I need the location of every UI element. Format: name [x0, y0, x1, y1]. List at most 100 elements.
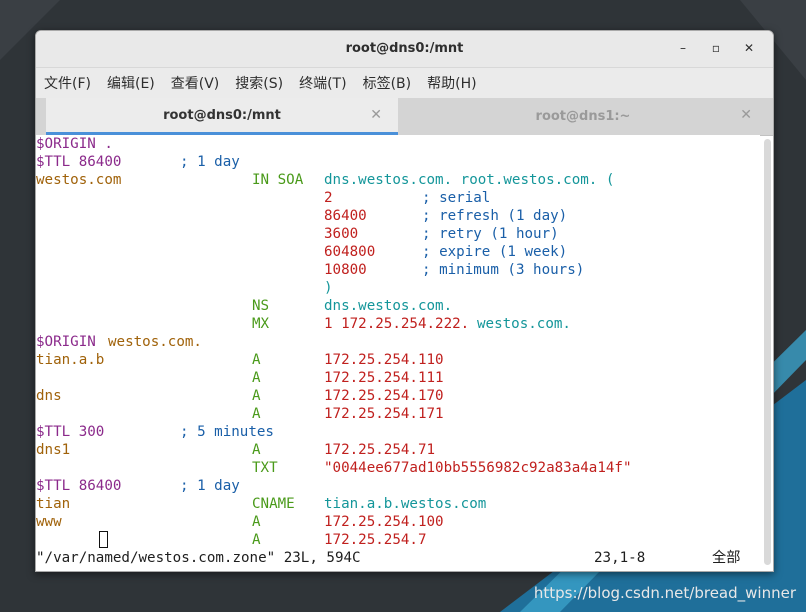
status-file-info: "/var/named/westos.com.zone" 23L, 594C — [36, 550, 361, 566]
tab-label: root@dns0:/mnt — [163, 107, 281, 123]
terminal-text: ; serial — [422, 190, 491, 206]
tab-close-icon[interactable]: ✕ — [370, 107, 382, 123]
terminal-line: A 172.25.254.7 — [36, 531, 760, 549]
minimize-button[interactable]: – — [674, 39, 692, 57]
terminal-text: A — [252, 370, 261, 386]
terminal-text: 86400 — [324, 208, 367, 224]
terminal-text: 604800 — [324, 244, 376, 260]
terminal-line: westos.com IN SOA dns.westos.com. root.wes… — [36, 171, 760, 189]
terminal-text: A — [252, 352, 261, 368]
terminal-line: dns A 172.25.254.170 — [36, 387, 760, 405]
terminal-line: tian CNAME tian.a.b.westos.com — [36, 495, 760, 513]
terminal-line: tian.a.b A 172.25.254.110 — [36, 351, 760, 369]
terminal-line: A 172.25.254.171 — [36, 405, 760, 423]
terminal-text: $TTL 300 — [36, 424, 105, 440]
terminal-line: $TTL 86400 ; 1 day — [36, 153, 760, 171]
terminal-line: MX 1 172.25.254.222. westos.com. — [36, 315, 760, 333]
terminal-line: 86400 ; refresh (1 day) — [36, 207, 760, 225]
terminal-text: 2 — [324, 190, 333, 206]
terminal-text: "0044ee677ad10bb5556982c92a83a4a14f" — [324, 460, 632, 476]
terminal-line: 3600 ; retry (1 hour) — [36, 225, 760, 243]
terminal-text: $TTL 86400 — [36, 154, 122, 170]
terminal-text: ; minimum (3 hours) — [422, 262, 585, 278]
watermark-text: https://blog.csdn.net/bread_winner — [533, 584, 796, 602]
terminal-text: MX — [252, 316, 270, 332]
terminal-line: dns1 A 172.25.254.71 — [36, 441, 760, 459]
terminal-text: 1 172.25.254.222. — [324, 316, 470, 332]
terminal-text: www — [36, 514, 62, 530]
terminal-text: dns1 — [36, 442, 71, 458]
tab-dns0[interactable]: root@dns0:/mnt ✕ — [46, 98, 398, 135]
title-bar: root@dns0:/mnt – ▫ ✕ — [36, 31, 773, 68]
status-scroll: 全部 — [712, 550, 741, 566]
menu-file[interactable]: 文件(F) — [44, 73, 91, 93]
menu-terminal[interactable]: 终端(T) — [299, 73, 346, 93]
terminal-window: root@dns0:/mnt – ▫ ✕ 文件(F) 编辑(E) 查看(V) 搜… — [35, 30, 774, 572]
terminal-line: TXT "0044ee677ad10bb5556982c92a83a4a14f" — [36, 459, 760, 477]
terminal-line: $TTL 300 ; 5 minutes — [36, 423, 760, 441]
terminal-line: $TTL 86400 ; 1 day — [36, 477, 760, 495]
terminal-line: 604800 ; expire (1 week) — [36, 243, 760, 261]
terminal-text: $TTL 86400 — [36, 478, 122, 494]
terminal-text: 172.25.254.100 — [324, 514, 444, 530]
menu-search[interactable]: 搜索(S) — [235, 73, 283, 93]
terminal-text: $ORIGIN — [36, 334, 96, 350]
terminal-line: 2 ; serial — [36, 189, 760, 207]
terminal-line: www A 172.25.254.100 — [36, 513, 760, 531]
terminal-text: 172.25.254.170 — [324, 388, 444, 404]
terminal-text: 172.25.254.111 — [324, 370, 444, 386]
terminal-text: 172.25.254.171 — [324, 406, 444, 422]
terminal-text: 172.25.254.110 — [324, 352, 444, 368]
terminal-line: 10800 ; minimum (3 hours) — [36, 261, 760, 279]
menu-tabs[interactable]: 标签(B) — [363, 73, 412, 93]
menu-bar: 文件(F) 编辑(E) 查看(V) 搜索(S) 终端(T) 标签(B) 帮助(H… — [36, 68, 773, 98]
terminal-line: A 172.25.254.111 — [36, 369, 760, 387]
menu-edit[interactable]: 编辑(E) — [107, 73, 155, 93]
terminal-line: $ORIGIN . — [36, 135, 760, 153]
maximize-button[interactable]: ▫ — [707, 39, 725, 57]
terminal-text: A — [252, 514, 261, 530]
terminal-text: ; 1 day — [180, 154, 240, 170]
terminal-text: westos.com. — [477, 316, 571, 332]
terminal-text: ; retry (1 hour) — [422, 226, 559, 242]
terminal-text: dns.westos.com. root.westos.com. ( — [324, 172, 615, 188]
terminal-text: westos.com. — [108, 334, 202, 350]
terminal-line: ) — [36, 279, 760, 297]
terminal-text: CNAME — [252, 496, 295, 512]
terminal-text: 172.25.254.71 — [324, 442, 436, 458]
menu-view[interactable]: 查看(V) — [171, 73, 220, 93]
terminal-text: tian.a.b.westos.com — [324, 496, 487, 512]
tab-bar: root@dns0:/mnt ✕ root@dns1:~ ✕ — [36, 98, 773, 136]
terminal-content[interactable]: $ORIGIN . $TTL 86400 ; 1 day westos.com IN S… — [36, 135, 760, 567]
tab-label: root@dns1:~ — [535, 109, 631, 124]
terminal-text: $ORIGIN . — [36, 136, 113, 152]
terminal-text: 3600 — [324, 226, 359, 242]
text-cursor — [99, 531, 108, 548]
vim-status-line: "/var/named/westos.com.zone" 23L, 594C 23… — [36, 531, 760, 567]
terminal-text: westos.com — [36, 172, 122, 188]
window-title: root@dns0:/mnt — [345, 41, 464, 56]
terminal-line: $ORIGIN westos.com. — [36, 333, 760, 351]
terminal-text: A — [252, 406, 261, 422]
terminal-text: tian.a.b — [36, 352, 105, 368]
terminal-text: A — [252, 442, 261, 458]
scrollbar[interactable] — [764, 139, 771, 565]
terminal-text: ) — [324, 280, 333, 296]
terminal-text: dns — [36, 388, 62, 404]
terminal-text: ; 1 day — [180, 478, 240, 494]
terminal-text: dns.westos.com. — [324, 298, 453, 314]
terminal-text: IN SOA — [252, 172, 304, 188]
terminal-text: A — [252, 388, 261, 404]
terminal-text: ; expire (1 week) — [422, 244, 568, 260]
terminal-text: 172.25.254.7 — [324, 532, 427, 548]
menu-help[interactable]: 帮助(H) — [427, 73, 476, 93]
tab-close-icon[interactable]: ✕ — [740, 107, 752, 123]
terminal-text: A — [252, 532, 261, 548]
terminal-text: NS — [252, 298, 270, 314]
terminal-text: TXT — [252, 460, 278, 476]
terminal-line: NS dns.westos.com. — [36, 297, 760, 315]
tab-dns1[interactable]: root@dns1:~ ✕ — [398, 98, 768, 135]
status-position: 23,1-8 — [594, 550, 646, 566]
close-button[interactable]: ✕ — [740, 39, 758, 57]
terminal-text: tian — [36, 496, 71, 512]
